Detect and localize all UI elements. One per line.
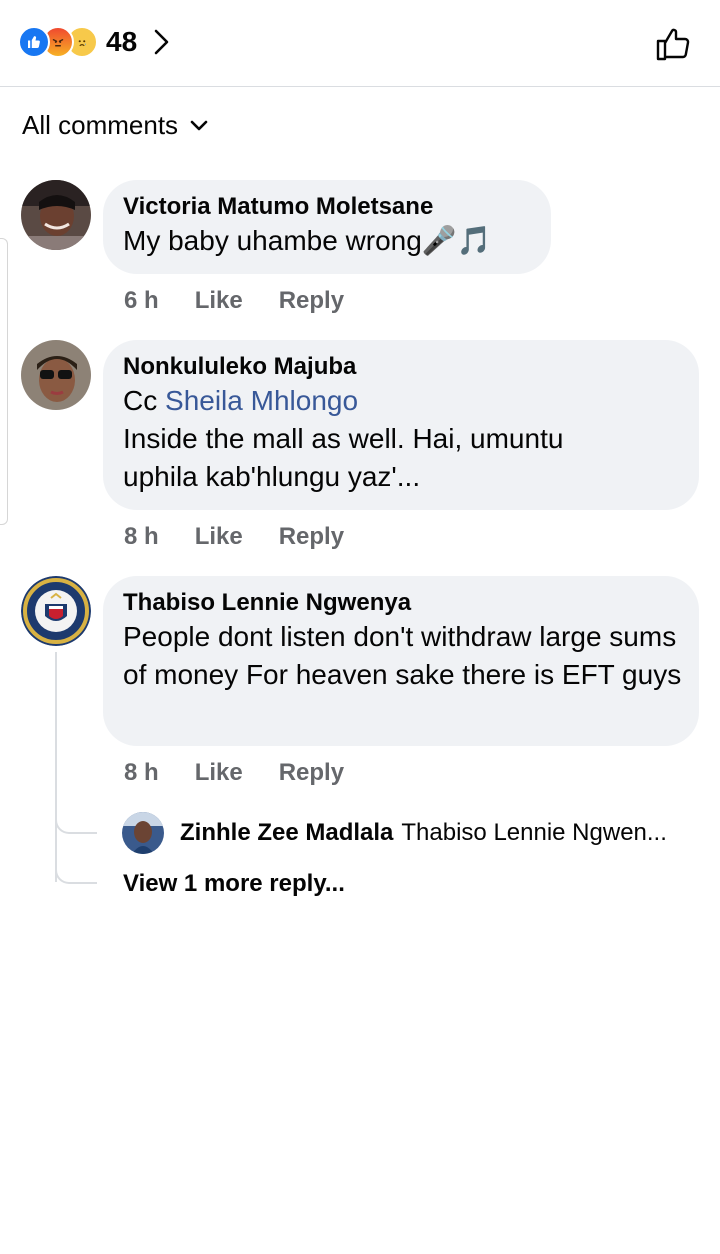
view-more-replies-link[interactable]: View 1 more reply... <box>123 870 345 898</box>
comment-time[interactable]: 8 h <box>124 523 159 551</box>
avatar[interactable] <box>122 812 164 854</box>
reactions-header: 48 <box>0 0 720 87</box>
reaction-count: 48 <box>106 26 138 57</box>
like-reaction-icon <box>18 26 50 58</box>
comment-author[interactable]: Victoria Matumo Moletsane <box>123 192 531 222</box>
filter-label: All comments <box>22 110 179 140</box>
reply-button[interactable]: Reply <box>279 759 344 787</box>
comment-prefix: Cc <box>123 385 158 416</box>
comment-text-line: uphila kab'hlungu yaz'... <box>123 461 421 492</box>
comment-text-line: Inside the mall as well. Hai, umuntu <box>123 423 564 454</box>
comment-bubble: Victoria Matumo Moletsane My baby uhambe… <box>103 180 551 274</box>
comment-text: People dont listen don't withdraw large … <box>123 621 682 690</box>
mention-link[interactable]: Sheila Mhlongo <box>165 385 358 416</box>
comment-time[interactable]: 6 h <box>124 287 159 315</box>
comment-text: My baby uhambe wrong🎤🎵 <box>123 225 492 256</box>
like-button[interactable]: Like <box>195 759 243 787</box>
thumbs-up-icon[interactable] <box>654 24 694 64</box>
comment-actions: 8 h Like Reply <box>124 759 380 787</box>
thread-connector <box>55 840 97 884</box>
reply-button[interactable]: Reply <box>279 287 344 315</box>
scroll-edge <box>0 238 8 525</box>
like-button[interactable]: Like <box>195 523 243 551</box>
avatar[interactable] <box>21 180 91 250</box>
chevron-right-icon <box>154 29 169 55</box>
chevron-down-icon <box>190 120 208 130</box>
comment-author[interactable]: Thabiso Lennie Ngwenya <box>123 588 679 618</box>
reply-text: Thabiso Lennie Ngwen... <box>401 819 667 846</box>
thread-connector <box>55 790 97 834</box>
reply-button[interactable]: Reply <box>279 523 344 551</box>
comment-bubble: Thabiso Lennie Ngwenya People dont liste… <box>103 576 699 746</box>
comments-filter[interactable]: All comments <box>22 110 208 141</box>
avatar[interactable] <box>21 576 91 646</box>
comment-time[interactable]: 8 h <box>124 759 159 787</box>
comment-actions: 6 h Like Reply <box>124 287 380 315</box>
like-button[interactable]: Like <box>195 287 243 315</box>
comment-author[interactable]: Nonkululeko Majuba <box>123 352 679 382</box>
comment-text-line: Cc Sheila Mhlongo <box>123 382 679 420</box>
avatar[interactable] <box>21 340 91 410</box>
comment-actions: 8 h Like Reply <box>124 523 380 551</box>
reply-preview[interactable]: Zinhle Zee Madlala Thabiso Lennie Ngwen.… <box>122 812 667 854</box>
reply-author[interactable]: Zinhle Zee Madlala <box>180 819 393 847</box>
comment-bubble: Nonkululeko Majuba Cc Sheila Mhlongo Ins… <box>103 340 699 510</box>
reaction-summary[interactable]: 48 <box>18 24 171 60</box>
